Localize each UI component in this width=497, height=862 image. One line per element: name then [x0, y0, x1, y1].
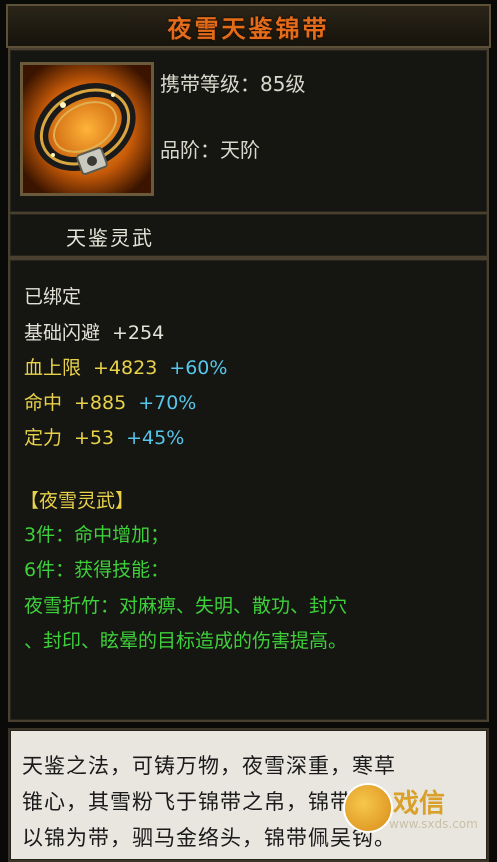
stat-row: 基础闪避 +254: [24, 318, 164, 345]
item-title-bar: 夜雪天鉴锦带: [6, 4, 491, 48]
stat-base: +885: [74, 392, 127, 414]
stat-bonus: +60%: [169, 357, 228, 379]
set-skill-line-2: 、封印、眩晕的目标造成的伤害提高。: [24, 630, 348, 652]
stat-base: +4823: [93, 357, 158, 379]
item-header-panel: 携带等级：85级 品阶：天阶: [8, 48, 489, 214]
set-skill-line-1: 夜雪折竹：对麻痹、失明、散功、封穴: [24, 595, 348, 617]
stat-name: 血上限: [24, 357, 82, 379]
site-watermark: 戏信 www.sxds.com: [343, 777, 493, 837]
description-line-2: 锥心，其雪粉飞于锦带之帛，锦带者，: [22, 790, 396, 814]
item-category: 天鉴灵武: [66, 226, 154, 250]
watermark-logo-icon: [343, 783, 393, 833]
set-name: 【夜雪灵武】: [20, 490, 135, 512]
stat-base: +254: [112, 322, 165, 344]
stat-name: 定力: [24, 427, 63, 449]
stat-name: 基础闪避: [24, 322, 101, 344]
watermark-text-cn: 戏信: [393, 789, 446, 819]
golden-belt-icon: [20, 62, 154, 196]
item-grade: 品阶：天阶: [160, 138, 260, 162]
description-line-3: 以锦为带，驷马金络头，锦带佩吴钩。: [22, 826, 396, 850]
carry-level: 携带等级：85级: [160, 72, 306, 96]
stat-bonus: +45%: [126, 427, 185, 449]
stat-row: 命中 +885 +70%: [24, 388, 196, 415]
stat-bonus: +70%: [138, 392, 197, 414]
stat-row: 血上限 +4823 +60%: [24, 353, 227, 380]
stats-panel: 已绑定 基础闪避 +254 血上限 +4823 +60% 命中 +885 +70% 定力 +…: [8, 258, 489, 722]
stat-base: +53: [74, 427, 115, 449]
item-title: 夜雪天鉴锦带: [167, 14, 330, 43]
set-bonus-6: 6件：获得技能：: [24, 559, 170, 581]
stat-row: 定力 +53 +45%: [24, 423, 184, 450]
bound-status: 已绑定: [24, 286, 82, 308]
set-bonus-3: 3件：命中增加；: [24, 524, 170, 546]
stat-name: 命中: [24, 392, 63, 414]
watermark-url: www.sxds.com: [389, 817, 478, 831]
description-line-1: 天鉴之法，可铸万物，夜雪深重，寒草: [22, 754, 396, 778]
item-category-panel: 天鉴灵武: [8, 212, 489, 258]
